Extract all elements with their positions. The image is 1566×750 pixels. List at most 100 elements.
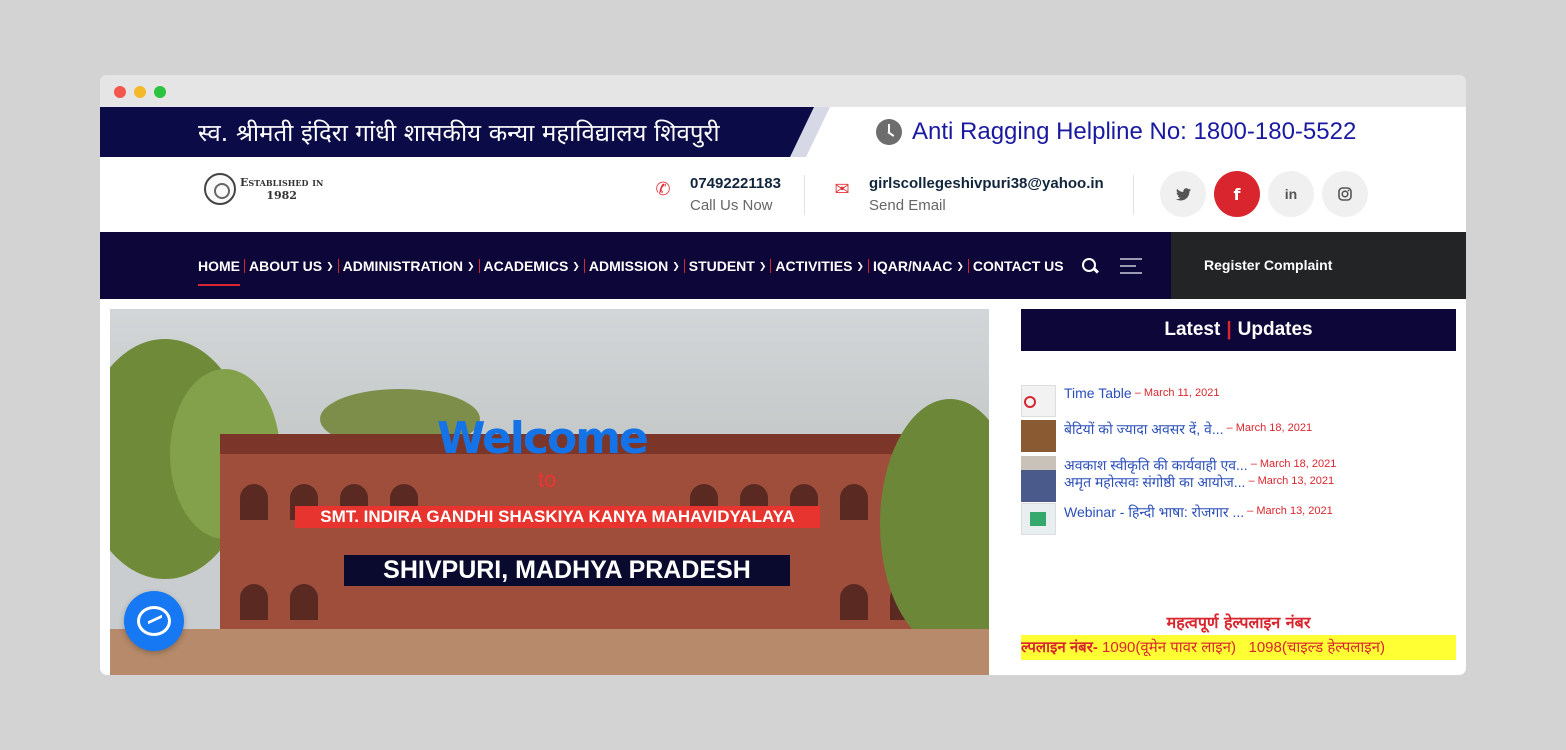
- update-thumbnail: [1021, 420, 1056, 452]
- update-link[interactable]: Webinar - हिन्दी भाषा: रोजगार ...: [1064, 503, 1244, 522]
- nav-item-iqar-naac[interactable]: IQAR/NAAC ❯: [873, 258, 964, 274]
- phone-number: 07492221183: [690, 175, 781, 192]
- nav-separator: [337, 259, 339, 273]
- messenger-chat-button[interactable]: [124, 591, 184, 651]
- chevron-down-icon: ❯: [956, 261, 964, 271]
- update-date: – March 13, 2021: [1248, 475, 1335, 487]
- update-link[interactable]: बेटियों को ज्यादा अवसर दें, वे...: [1064, 420, 1224, 439]
- nav-label: CONTACT US: [972, 258, 1064, 274]
- nav-label: ABOUT US: [249, 258, 323, 274]
- seal-icon: [204, 173, 236, 205]
- nav-label: ACTIVITIES: [775, 258, 853, 274]
- helpline-text: Anti Ragging Helpline No: 1800-180-5522: [912, 118, 1357, 145]
- nav-label: ADMISSION: [588, 258, 669, 274]
- divider: [1133, 175, 1134, 215]
- nav-item-activities[interactable]: ACTIVITIES ❯: [775, 258, 864, 274]
- nav-separator: [867, 259, 869, 273]
- hero-slider[interactable]: Welcome to SMT. INDIRA GANDHI SHASKIYA K…: [110, 309, 989, 675]
- update-thumbnail: [1021, 503, 1056, 535]
- update-thumbnail: [1021, 470, 1056, 502]
- top-band: स्व. श्रीमती इंदिरा गांधी शासकीय कन्या म…: [100, 107, 1466, 157]
- nav-item-admission[interactable]: ADMISSION ❯: [589, 258, 680, 274]
- divider: [804, 175, 805, 215]
- email-contact[interactable]: ✉ girlscollegeshivpuri38@yahoo.in Send E…: [831, 175, 1104, 214]
- update-date: – March 11, 2021: [1134, 387, 1220, 399]
- messenger-icon: [137, 606, 171, 636]
- title-separator: |: [1226, 319, 1232, 340]
- maximize-window-button[interactable]: [154, 86, 166, 98]
- nav-separator: [683, 259, 685, 273]
- clock-icon: [876, 119, 902, 145]
- update-item[interactable]: Webinar - हिन्दी भाषा: रोजगार ... – Marc…: [1021, 503, 1333, 535]
- nav-label: ADMINISTRATION: [342, 258, 463, 274]
- marquee-label: हेल्पलाइन नंबर-: [1021, 639, 1098, 656]
- nav-item-contact-us[interactable]: CONTACT US: [973, 258, 1064, 274]
- search-icon[interactable]: [1080, 256, 1100, 276]
- nav-item-student[interactable]: STUDENT ❯: [689, 258, 767, 274]
- chevron-down-icon: ❯: [672, 261, 680, 271]
- hero-city: SHIVPURI, MADHYA PRADESH: [344, 555, 790, 586]
- hamburger-menu-icon[interactable]: [1120, 258, 1142, 274]
- college-logo[interactable]: Established in 1982: [204, 173, 323, 205]
- update-item[interactable]: अमृत महोत्सवः संगोष्ठी का आयोज... – Marc…: [1064, 473, 1334, 492]
- chevron-down-icon: ❯: [326, 261, 334, 271]
- minimize-window-button[interactable]: [134, 86, 146, 98]
- logo-line-1: Established in: [240, 176, 324, 189]
- nav-item-about-us[interactable]: ABOUT US ❯: [249, 258, 334, 274]
- important-helpline-title: महत्वपूर्ण हेल्पलाइन नंबर: [1166, 613, 1311, 632]
- nav-separator: [244, 259, 245, 273]
- hero-ground: [110, 629, 989, 675]
- update-date: – March 13, 2021: [1247, 505, 1333, 517]
- logo-line-2: 1982: [266, 189, 297, 202]
- nav-label: STUDENT: [688, 258, 755, 274]
- updates-title-a: Latest: [1164, 319, 1221, 340]
- nav-label: IQAR/NAAC: [872, 258, 953, 274]
- linkedin-icon[interactable]: in: [1268, 171, 1314, 217]
- hero-college-name: SMT. INDIRA GANDHI SHASKIYA KANYA MAHAVI…: [295, 506, 820, 528]
- chevron-down-icon: ❯: [856, 261, 864, 271]
- update-date: – March 18, 2021: [1250, 458, 1337, 470]
- college-building: [220, 434, 989, 654]
- phone-contact[interactable]: ✆ 07492221183 Call Us Now: [652, 175, 781, 214]
- twitter-icon[interactable]: [1160, 171, 1206, 217]
- close-window-button[interactable]: [114, 86, 126, 98]
- update-item[interactable]: Time Table – March 11, 2021: [1021, 385, 1220, 417]
- chevron-down-icon: ❯: [758, 261, 767, 271]
- chevron-down-icon: ❯: [466, 261, 475, 271]
- browser-window: स्व. श्रीमती इंदिरा गांधी शासकीय कन्या म…: [100, 75, 1466, 675]
- update-thumbnail: [1021, 385, 1056, 417]
- facebook-icon[interactable]: f: [1214, 171, 1260, 217]
- email-address: girlscollegeshivpuri38@yahoo.in: [869, 175, 1104, 192]
- hero-to: to: [538, 467, 557, 492]
- nav-item-administration[interactable]: ADMINISTRATION ❯: [343, 258, 475, 274]
- envelope-icon: ✉: [834, 179, 850, 199]
- latest-updates-header: Latest | Updates: [1021, 309, 1456, 351]
- nav-label: HOME: [198, 258, 240, 274]
- nav-item-academics[interactable]: ACADEMICS ❯: [484, 258, 580, 274]
- update-link[interactable]: Time Table: [1064, 385, 1132, 401]
- update-date: – March 18, 2021: [1226, 422, 1313, 434]
- instagram-icon[interactable]: [1322, 171, 1368, 217]
- phone-sub-label: Call Us Now: [690, 197, 773, 214]
- chevron-down-icon: ❯: [572, 261, 580, 271]
- nav-separator: [770, 259, 772, 273]
- logo-text: Established in 1982: [240, 176, 323, 202]
- nav-menu: HOME ABOUT US ❯ ADMINISTRATION ❯ ACADEMICS…: [198, 258, 1064, 286]
- nav-item-home[interactable]: HOME: [198, 258, 240, 286]
- window-chrome: [100, 75, 1466, 107]
- helpline-marquee: हेल्पलाइन नंबर- 1090(वूमेन पावर लाइन) 10…: [1021, 635, 1456, 660]
- phone-icon: ✆: [655, 179, 671, 199]
- nav-separator: [583, 259, 585, 273]
- nav-separator: [967, 259, 969, 273]
- main-nav: HOME ABOUT US ❯ ADMINISTRATION ❯ ACADEMICS…: [100, 232, 1171, 299]
- hero-welcome: Welcome: [437, 413, 649, 464]
- header-info: Established in 1982 ✆ 07492221183 Call U…: [100, 157, 1466, 232]
- nav-separator: [478, 259, 480, 273]
- update-item[interactable]: बेटियों को ज्यादा अवसर दें, वे... – Marc…: [1021, 420, 1312, 452]
- college-name-hindi: स्व. श्रीमती इंदिरा गांधी शासकीय कन्या म…: [198, 119, 720, 147]
- update-link[interactable]: अमृत महोत्सवः संगोष्ठी का आयोज...: [1064, 473, 1245, 492]
- register-complaint-button[interactable]: Register Complaint: [1171, 232, 1466, 299]
- anti-ragging-helpline: Anti Ragging Helpline No: 1800-180-5522: [876, 118, 1356, 146]
- marquee-text: 1090(वूमेन पावर लाइन) 1098(चाइल्ड हेल्पल…: [1102, 639, 1385, 656]
- email-sub-label: Send Email: [869, 197, 946, 214]
